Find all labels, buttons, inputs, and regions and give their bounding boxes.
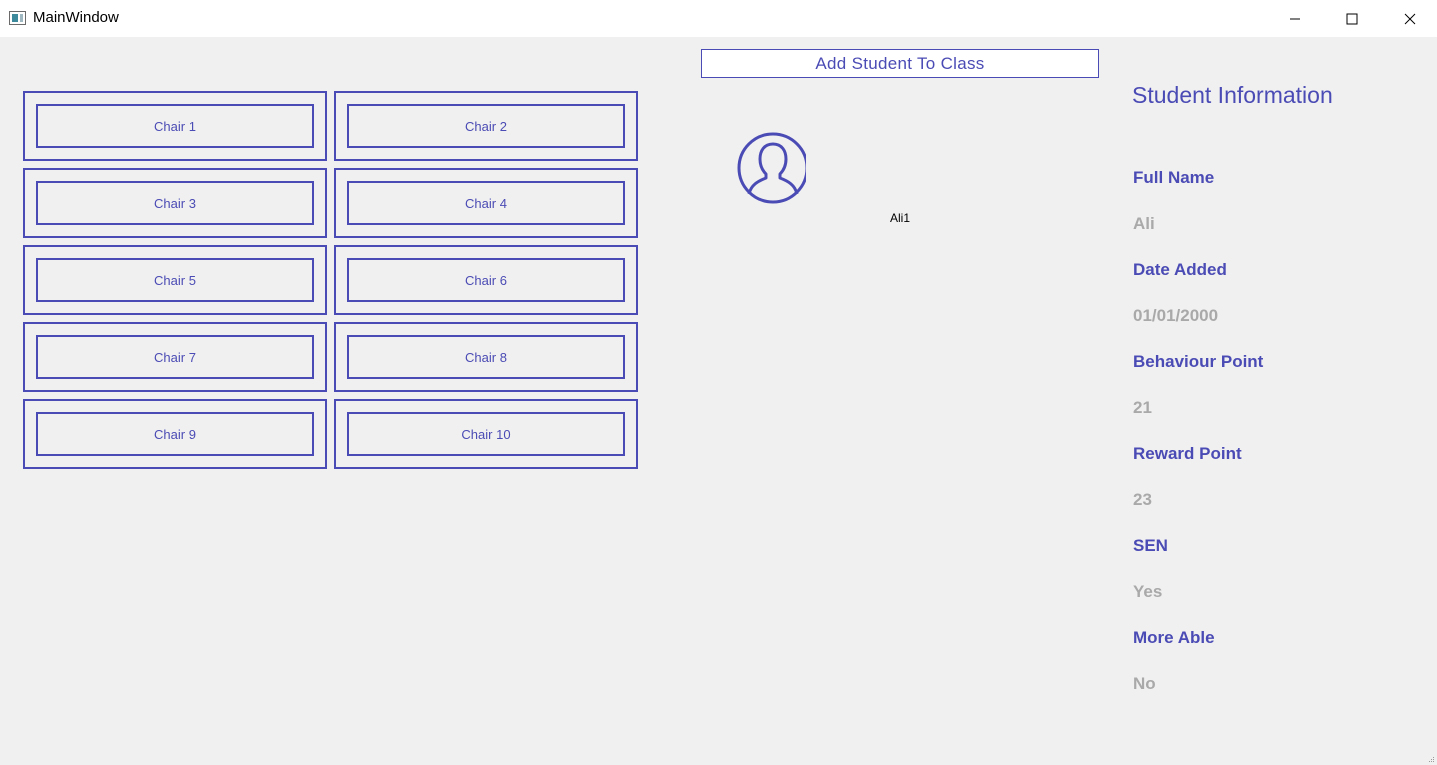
chair-slot-4: Chair 4 — [334, 168, 638, 238]
full-name-value: Ali — [1133, 214, 1155, 233]
date-added-value: 01/01/2000 — [1133, 306, 1219, 325]
sen-label: SEN — [1133, 536, 1168, 555]
chair-button-5[interactable]: Chair 5 — [36, 258, 314, 302]
chair-button-8[interactable]: Chair 8 — [347, 335, 625, 379]
chair-button-6[interactable]: Chair 6 — [347, 258, 625, 302]
chair-slot-1: Chair 1 — [23, 91, 327, 161]
chair-slot-9: Chair 9 — [23, 399, 327, 469]
close-button[interactable] — [1381, 0, 1437, 37]
more-able-value: No — [1133, 674, 1156, 693]
date-added-label: Date Added — [1133, 260, 1227, 279]
chair-button-10[interactable]: Chair 10 — [347, 412, 625, 456]
more-able-label: More Able — [1133, 628, 1215, 647]
chair-button-7[interactable]: Chair 7 — [36, 335, 314, 379]
chair-slot-10: Chair 10 — [334, 399, 638, 469]
chair-button-4[interactable]: Chair 4 — [347, 181, 625, 225]
full-name-label: Full Name — [1133, 168, 1215, 187]
sen-value: Yes — [1133, 582, 1163, 601]
maximize-button[interactable] — [1323, 0, 1381, 37]
chair-button-1[interactable]: Chair 1 — [36, 104, 314, 148]
chair-slot-7: Chair 7 — [23, 322, 327, 392]
maximize-icon — [1346, 13, 1358, 24]
behaviour-point-value: 21 — [1133, 398, 1152, 417]
window-title: MainWindow — [33, 9, 119, 26]
add-student-button[interactable]: Add Student To Class — [701, 49, 1099, 78]
student-avatar[interactable] — [736, 130, 806, 206]
user-avatar-icon — [737, 132, 806, 204]
behaviour-point-label: Behaviour Point — [1133, 352, 1264, 371]
resize-grip-icon[interactable] — [1429, 757, 1435, 763]
chair-slot-6: Chair 6 — [334, 245, 638, 315]
minimize-icon — [1290, 18, 1300, 19]
student-name-label[interactable]: Ali1 — [890, 211, 910, 225]
chair-button-9[interactable]: Chair 9 — [36, 412, 314, 456]
title-bar: MainWindow — [0, 0, 1437, 37]
reward-point-value: 23 — [1133, 490, 1152, 509]
chair-slot-3: Chair 3 — [23, 168, 327, 238]
chair-button-2[interactable]: Chair 2 — [347, 104, 625, 148]
close-icon — [1404, 13, 1416, 24]
chair-button-3[interactable]: Chair 3 — [36, 181, 314, 225]
chair-slot-5: Chair 5 — [23, 245, 327, 315]
reward-point-label: Reward Point — [1133, 444, 1242, 463]
info-title: Student Information — [1132, 82, 1333, 108]
app-window-icon — [9, 11, 26, 25]
chair-slot-8: Chair 8 — [334, 322, 638, 392]
minimize-button[interactable] — [1266, 0, 1324, 37]
chair-slot-2: Chair 2 — [334, 91, 638, 161]
